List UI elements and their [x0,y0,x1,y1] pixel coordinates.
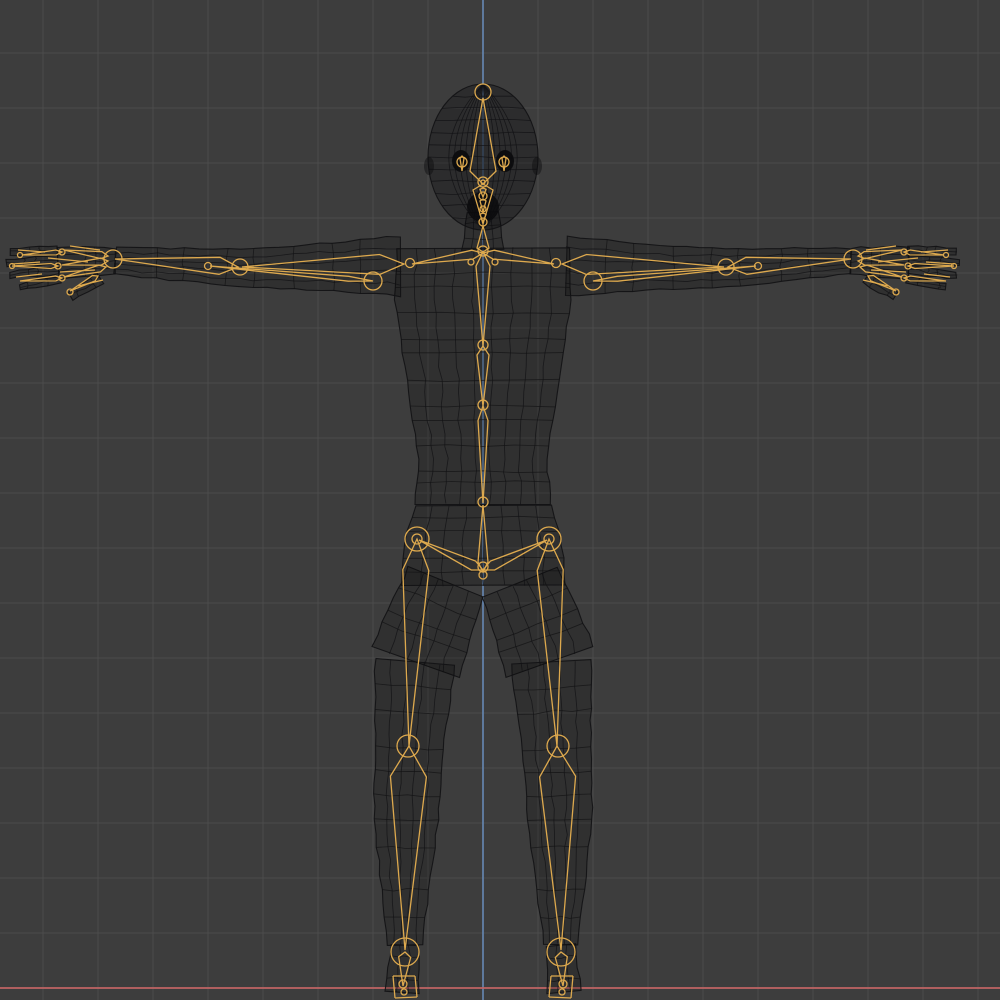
viewport-canvas[interactable] [0,0,1000,1000]
viewport-3d[interactable] [0,0,1000,1000]
armature-line[interactable] [548,996,572,999]
mesh-part-foot-right [545,943,582,995]
mesh-part-finger-pinky [18,276,62,291]
armature-line[interactable] [394,996,418,999]
mesh-part-shorts [400,504,566,587]
mesh-part-foot [384,944,420,995]
mesh-dark-detail [424,157,434,175]
mesh-part-torso [393,247,572,506]
mesh-part-arm [113,235,402,298]
mesh-dark-detail [532,157,542,175]
